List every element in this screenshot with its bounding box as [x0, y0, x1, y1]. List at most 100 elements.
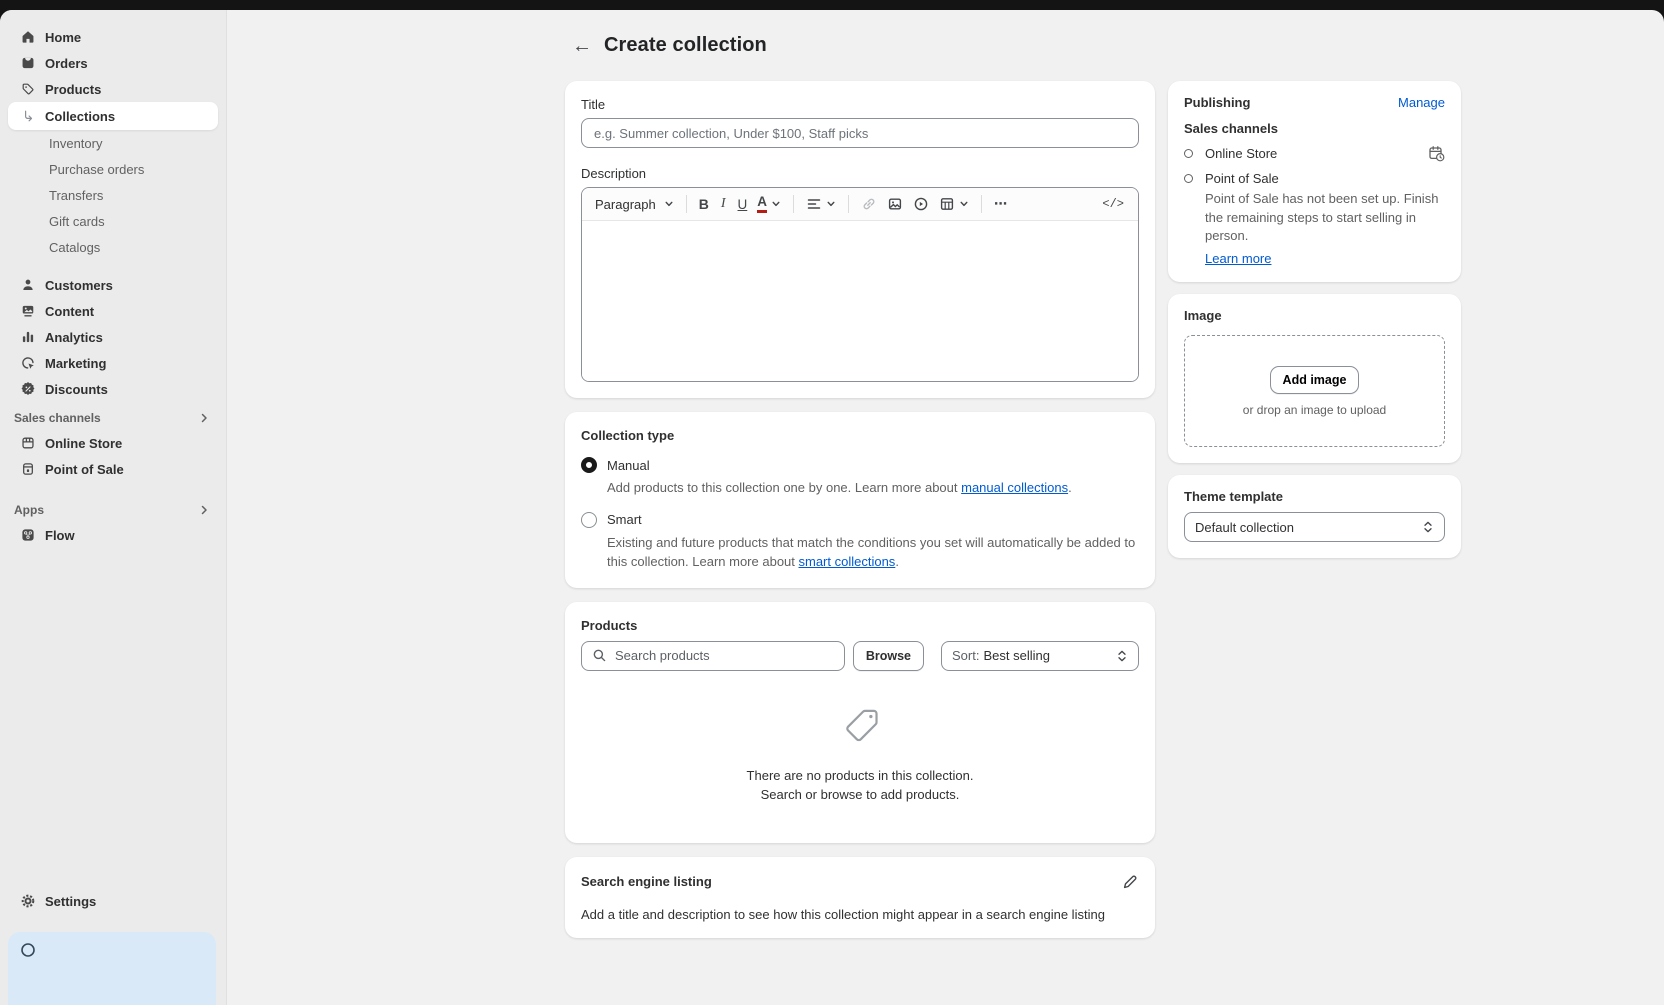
circle-icon	[20, 942, 36, 958]
smart-option-description: Existing and future products that match …	[607, 534, 1137, 572]
title-input[interactable]	[581, 118, 1139, 148]
collection-type-card: Collection type Manual Add products to t…	[565, 412, 1155, 588]
channel-label: Online Store	[1205, 146, 1277, 161]
sidebar-item-inventory[interactable]: Inventory	[8, 130, 218, 156]
sidebar-item-label: Orders	[45, 56, 88, 71]
flow-app-icon	[20, 527, 36, 543]
seo-description: Add a title and description to see how t…	[581, 907, 1139, 922]
edit-seo-button[interactable]	[1121, 873, 1139, 891]
play-circle-icon	[913, 196, 929, 212]
sidebar-item-orders[interactable]: Orders	[8, 50, 218, 76]
sidebar-item-content[interactable]: Content	[8, 298, 218, 324]
tag-icon	[20, 81, 36, 97]
sidebar-item-gift-cards[interactable]: Gift cards	[8, 208, 218, 234]
italic-button[interactable]: I	[714, 192, 733, 216]
schedule-publish-button[interactable]	[1428, 145, 1445, 162]
collection-type-heading: Collection type	[581, 428, 1139, 443]
more-formatting-button[interactable]: ⋯	[989, 192, 1014, 216]
sidebar-item-label: Products	[45, 82, 101, 97]
alignment-button[interactable]	[801, 192, 841, 216]
link-icon	[861, 196, 877, 212]
insert-image-button[interactable]	[882, 192, 908, 216]
sidebar-item-transfers[interactable]: Transfers	[8, 182, 218, 208]
sidebar-item-online-store[interactable]: Online Store	[8, 430, 218, 456]
smart-collections-link[interactable]: smart collections	[799, 554, 896, 569]
global-topbar	[0, 0, 1664, 10]
gear-icon	[20, 893, 36, 909]
orders-icon	[20, 55, 36, 71]
radio-unselected-icon[interactable]	[581, 512, 597, 528]
bold-icon: B	[699, 196, 709, 212]
table-icon	[939, 196, 955, 212]
updown-chevrons-icon	[1422, 520, 1434, 534]
calendar-clock-icon	[1428, 145, 1445, 162]
description-textarea[interactable]	[582, 221, 1138, 381]
code-icon: </>	[1102, 197, 1124, 211]
insert-table-button[interactable]	[934, 192, 974, 216]
manual-radio-option[interactable]: Manual	[581, 457, 1139, 473]
radio-selected-icon[interactable]	[581, 457, 597, 473]
sidebar-item-label: Customers	[45, 278, 113, 293]
admin-app-frame: Home Orders Products Collections Invento…	[0, 10, 1664, 1005]
home-icon	[20, 29, 36, 45]
chevron-right-icon	[198, 504, 210, 516]
marketing-icon	[20, 355, 36, 371]
sidebar-item-label: Collections	[45, 109, 115, 124]
align-left-icon	[806, 196, 822, 212]
sidebar-item-label: Point of Sale	[45, 462, 124, 477]
title-description-card: Title Description Paragraph B I U A	[565, 81, 1155, 398]
sidebar-item-label: Content	[45, 304, 94, 319]
sales-channels-section-header[interactable]: Sales channels	[8, 406, 218, 430]
toolbar-divider	[848, 195, 849, 213]
theme-template-card: Theme template Default collection	[1168, 475, 1461, 558]
learn-more-link[interactable]: Learn more	[1205, 251, 1271, 266]
sidebar: Home Orders Products Collections Invento…	[0, 10, 227, 1005]
sidebar-item-marketing[interactable]: Marketing	[8, 350, 218, 376]
apps-section-header[interactable]: Apps	[8, 498, 218, 522]
link-button[interactable]	[856, 192, 882, 216]
description-text: Add products to this collection one by o…	[607, 480, 961, 495]
paragraph-style-label: Paragraph	[595, 197, 660, 212]
manage-publishing-link[interactable]: Manage	[1398, 95, 1445, 110]
pos-setup-note: Point of Sale has not been set up. Finis…	[1205, 190, 1445, 246]
toolbar-divider	[981, 195, 982, 213]
sidebar-item-products[interactable]: Products	[8, 76, 218, 102]
sidebar-item-label: Settings	[45, 894, 96, 909]
underline-button[interactable]: U	[733, 193, 753, 216]
add-image-button[interactable]: Add image	[1270, 366, 1360, 394]
sidebar-item-label: Transfers	[49, 188, 103, 203]
bold-button[interactable]: B	[694, 192, 714, 216]
sidebar-item-label: Discounts	[45, 382, 108, 397]
insert-video-button[interactable]	[908, 192, 934, 216]
paragraph-style-dropdown[interactable]: Paragraph	[590, 193, 679, 216]
channel-row-point-of-sale: Point of Sale	[1184, 171, 1445, 186]
sales-channels-subheading: Sales channels	[1184, 121, 1445, 136]
sidebar-item-flow[interactable]: Flow	[8, 522, 218, 548]
smart-radio-option[interactable]: Smart	[581, 512, 1139, 528]
sidebar-item-collections[interactable]: Collections	[8, 102, 218, 130]
sidebar-item-analytics[interactable]: Analytics	[8, 324, 218, 350]
image-dropzone[interactable]: Add image or drop an image to upload	[1184, 335, 1445, 447]
search-products-input[interactable]	[615, 648, 834, 663]
browse-button[interactable]: Browse	[853, 641, 924, 671]
sidebar-item-purchase-orders[interactable]: Purchase orders	[8, 156, 218, 182]
smart-option-label: Smart	[607, 512, 642, 527]
back-button[interactable]: ←	[572, 36, 592, 56]
sidebar-bottom-banner[interactable]	[8, 932, 216, 1005]
toolbar-divider	[686, 195, 687, 213]
manual-collections-link[interactable]: manual collections	[961, 480, 1068, 495]
sidebar-item-catalogs[interactable]: Catalogs	[8, 234, 218, 260]
sidebar-item-customers[interactable]: Customers	[8, 272, 218, 298]
sidebar-item-discounts[interactable]: Discounts	[8, 376, 218, 402]
show-html-button[interactable]: </>	[1096, 193, 1130, 215]
text-color-button[interactable]: A	[752, 191, 786, 216]
theme-template-select[interactable]: Default collection	[1184, 512, 1445, 542]
sidebar-item-label: Analytics	[45, 330, 103, 345]
sort-select[interactable]: Sort: Best selling	[941, 641, 1139, 671]
sidebar-item-settings[interactable]: Settings	[8, 888, 218, 914]
updown-chevrons-icon	[1116, 649, 1128, 663]
sidebar-item-home[interactable]: Home	[8, 24, 218, 50]
analytics-icon	[20, 329, 36, 345]
sidebar-item-point-of-sale[interactable]: Point of Sale	[8, 456, 218, 482]
sort-prefix-label: Sort:	[952, 648, 979, 663]
